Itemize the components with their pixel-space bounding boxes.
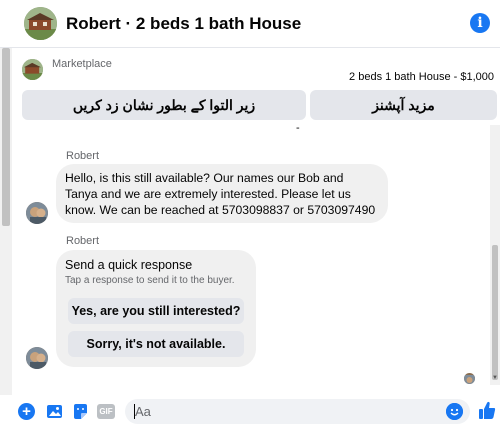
clipped-text-fragment: - (296, 122, 300, 134)
message-sender-name: Robert (66, 235, 100, 247)
left-scrollbar-thumb[interactable] (2, 48, 10, 226)
avatar[interactable] (26, 347, 48, 369)
like-icon[interactable] (478, 401, 496, 420)
message-sender-name: Robert (66, 150, 100, 162)
chat-scrollbar-thumb[interactable] (492, 245, 498, 380)
gif-icon[interactable]: GIF (97, 404, 115, 419)
image-icon[interactable] (46, 403, 63, 420)
mark-as-pending-button[interactable]: زیر التوا کے بطور نشان زد کریں (22, 90, 306, 120)
scroll-down-arrow-icon[interactable]: ▼ (490, 375, 500, 385)
quick-response-option[interactable]: Sorry, it's not available. (68, 331, 244, 357)
listing-summary[interactable]: 2 beds 1 bath House - $1,000 (349, 71, 494, 83)
conversation-header: Robert · 2 beds 1 bath House i (0, 0, 500, 48)
message-bubble[interactable]: Hello, is this still available? Our name… (56, 164, 388, 223)
avatar[interactable] (26, 202, 48, 224)
more-options-button[interactable]: مزید آپشنز (310, 90, 497, 120)
quick-response-option[interactable]: Yes, are you still interested? (68, 298, 244, 324)
plus-icon[interactable]: + (18, 403, 35, 420)
text-cursor (134, 404, 135, 419)
conversation-title[interactable]: Robert · 2 beds 1 bath House (66, 14, 301, 34)
quick-response-card: Send a quick response Tap a response to … (56, 250, 256, 367)
sticker-icon[interactable] (72, 403, 89, 420)
marketplace-listing-thumbnail (22, 59, 43, 80)
listing-thumbnail[interactable] (24, 7, 57, 40)
quick-response-subtitle: Tap a response to send it to the buyer. (65, 275, 235, 286)
emoji-icon[interactable] (446, 403, 463, 420)
seen-receipt-avatar (464, 373, 475, 384)
marketplace-label: Marketplace (52, 58, 112, 70)
quick-response-title: Send a quick response (65, 258, 193, 272)
info-icon[interactable]: i (470, 13, 490, 33)
message-input[interactable] (125, 399, 470, 424)
